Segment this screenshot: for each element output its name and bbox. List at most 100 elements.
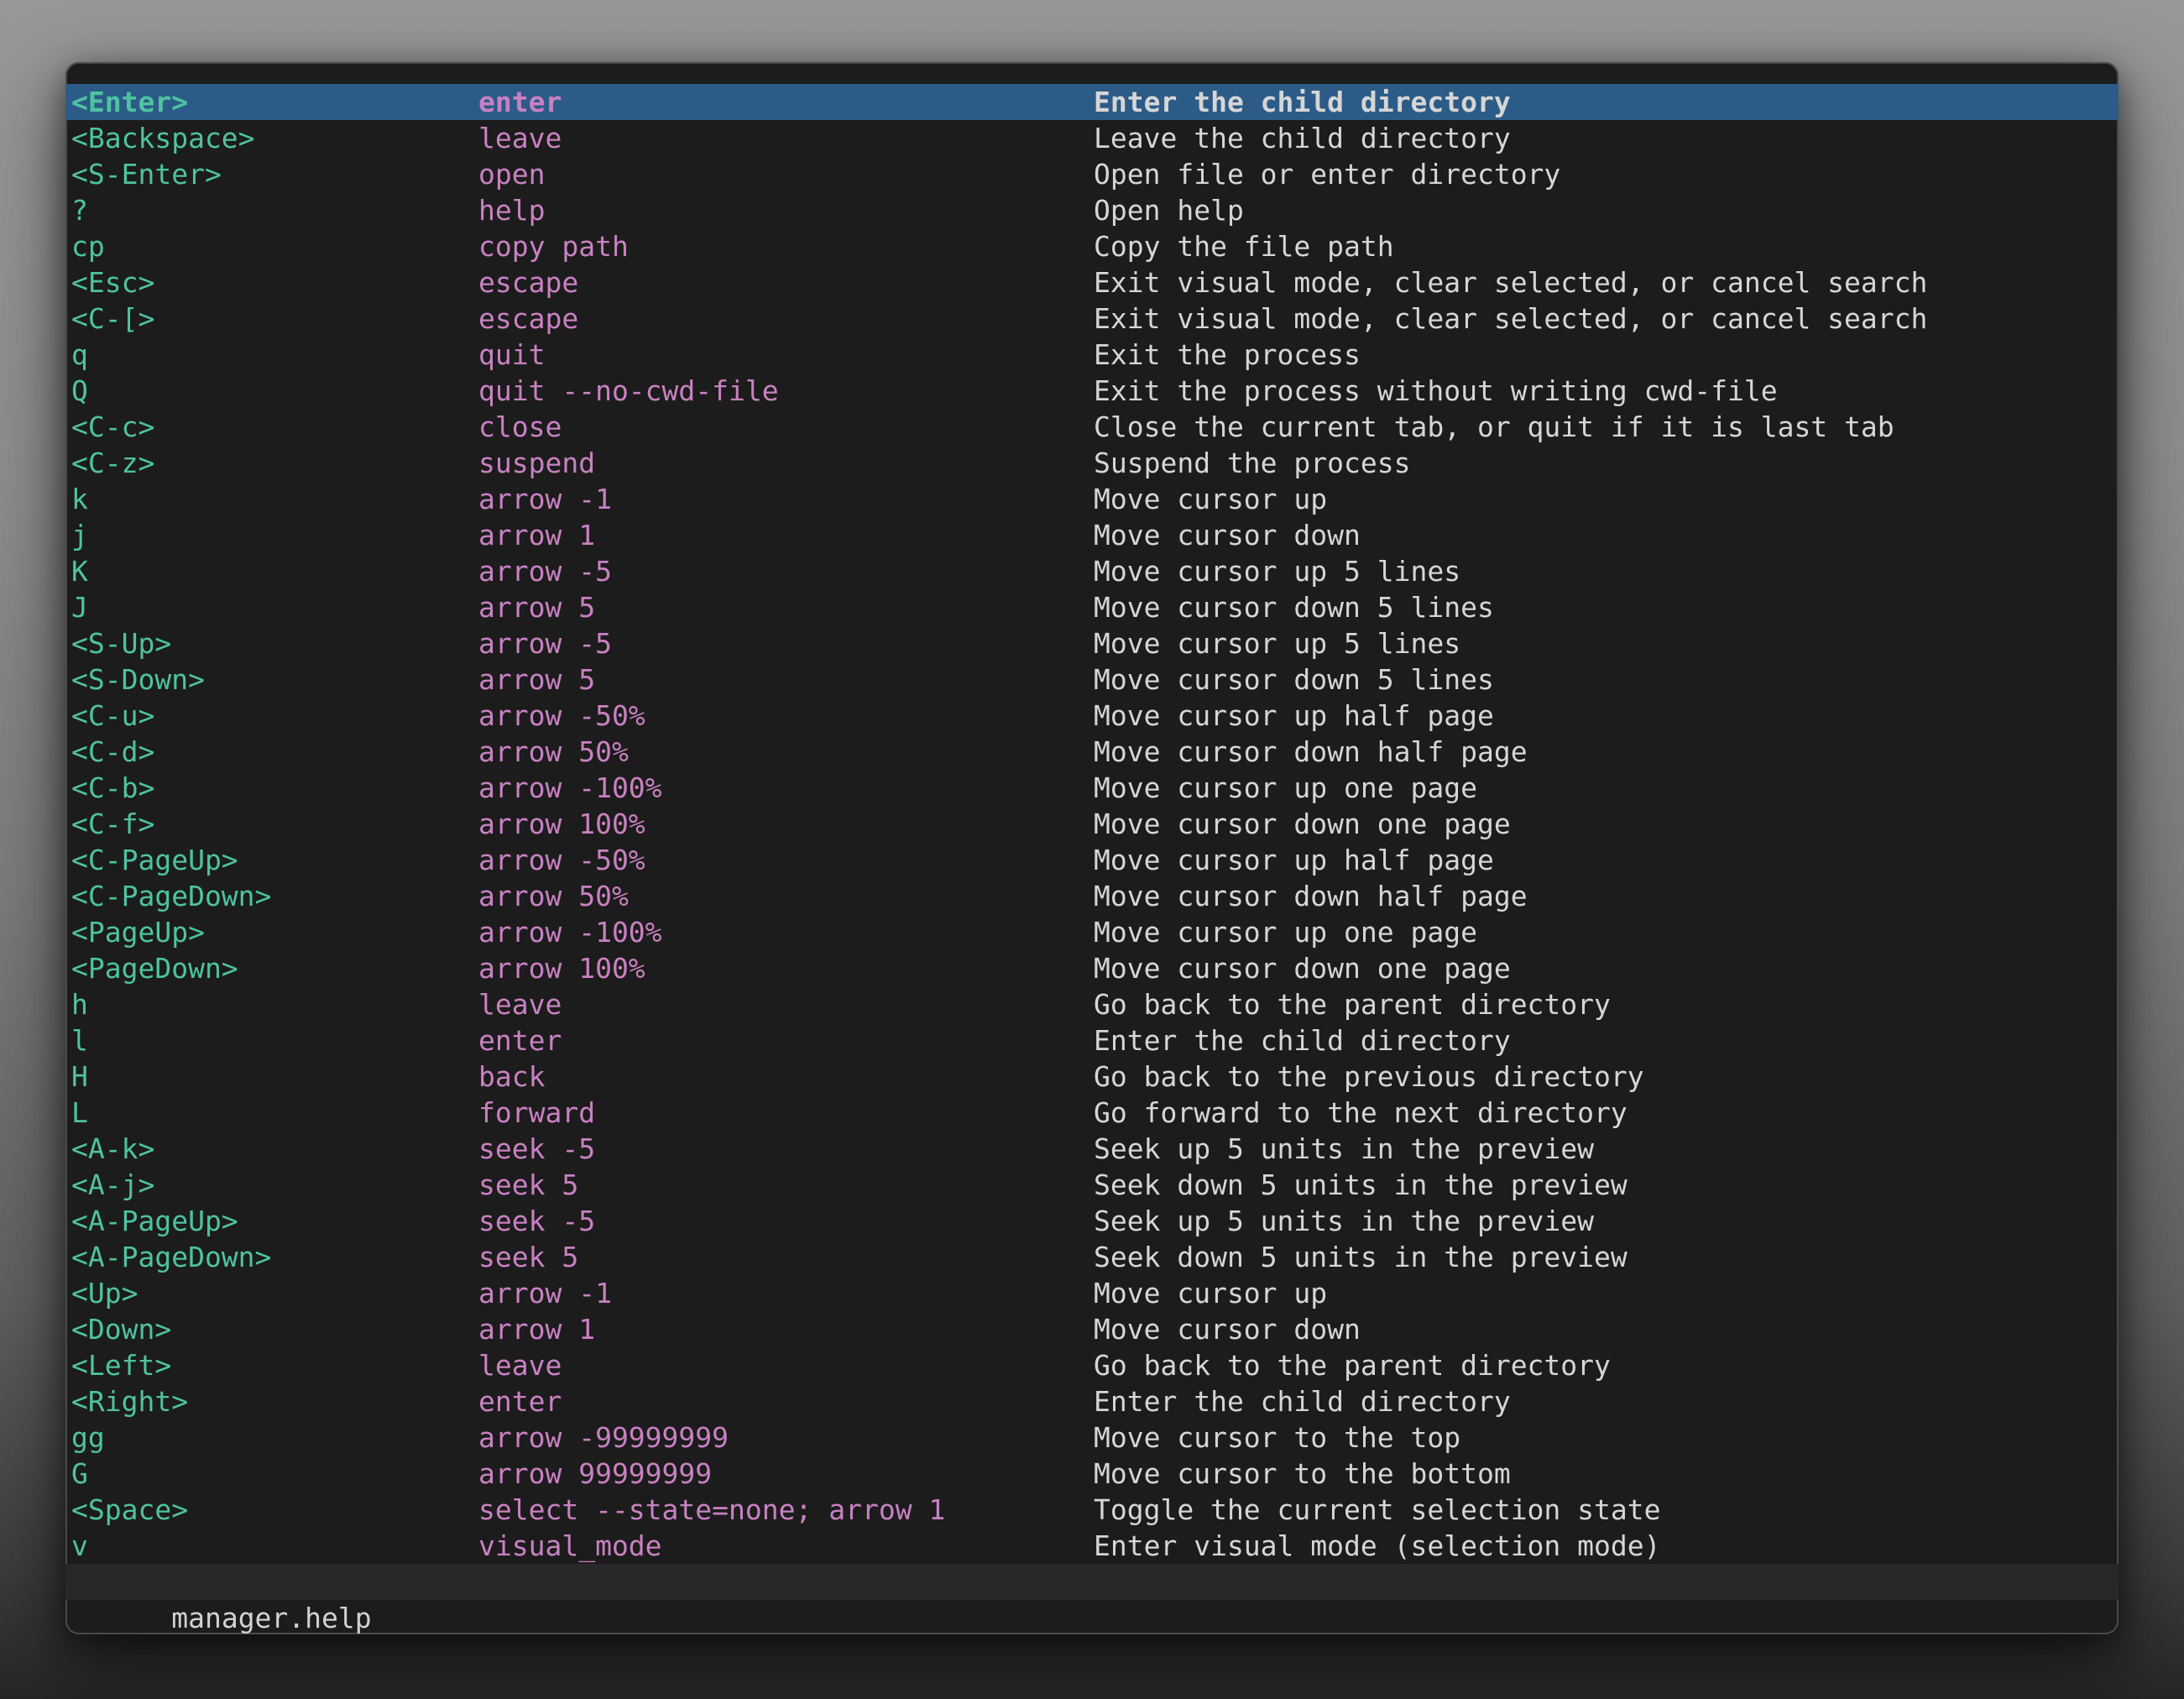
keybinding-row[interactable]: <A-k> seek -5 Seek up 5 units in the pre… [65, 1131, 2119, 1167]
keybinding-key: <Left> [71, 1347, 478, 1383]
keybinding-description: Open help [1094, 192, 2119, 228]
keybinding-row[interactable]: j arrow 1 Move cursor down [65, 517, 2119, 553]
keybinding-key: <Up> [71, 1275, 478, 1311]
keybinding-row[interactable]: <Right> enter Enter the child directory [65, 1383, 2119, 1419]
keybinding-command: arrow 50% [478, 878, 1094, 914]
keybinding-description: Exit visual mode, clear selected, or can… [1094, 264, 2119, 301]
keybinding-description: Copy the file path [1094, 228, 2119, 264]
keybinding-key: <A-j> [71, 1167, 478, 1203]
keybinding-key: <C-c> [71, 409, 478, 445]
terminal-window: <Enter> enter Enter the child directory … [65, 62, 2119, 1634]
keybinding-key: <Enter> [71, 84, 478, 120]
keybinding-description: Seek up 5 units in the preview [1094, 1203, 2119, 1239]
keybinding-row[interactable]: h leave Go back to the parent directory [65, 986, 2119, 1022]
keybinding-key: <Backspace> [71, 120, 478, 156]
keybinding-row[interactable]: G arrow 99999999 Move cursor to the bott… [65, 1456, 2119, 1492]
keybinding-row[interactable]: <S-Up> arrow -5 Move cursor up 5 lines [65, 625, 2119, 661]
keybinding-row[interactable]: <A-j> seek 5 Seek down 5 units in the pr… [65, 1167, 2119, 1203]
keybinding-row[interactable]: v visual_mode Enter visual mode (selecti… [65, 1528, 2119, 1564]
keybinding-key: h [71, 986, 478, 1022]
keybinding-command: arrow -50% [478, 698, 1094, 734]
keybinding-row[interactable]: <Backspace> leave Leave the child direct… [65, 120, 2119, 156]
keybinding-command: quit [478, 337, 1094, 373]
keybinding-command: help [478, 192, 1094, 228]
keybinding-row[interactable]: <C-b> arrow -100% Move cursor up one pag… [65, 770, 2119, 806]
keybinding-row[interactable]: Q quit --no-cwd-file Exit the process wi… [65, 373, 2119, 409]
keybinding-command: arrow -1 [478, 1275, 1094, 1311]
keybinding-row[interactable]: <S-Enter> open Open file or enter direct… [65, 156, 2119, 192]
keybinding-command: seek -5 [478, 1203, 1094, 1239]
keybinding-row[interactable]: <A-PageUp> seek -5 Seek up 5 units in th… [65, 1203, 2119, 1239]
keybinding-command: leave [478, 120, 1094, 156]
keybinding-row[interactable]: <S-Down> arrow 5 Move cursor down 5 line… [65, 661, 2119, 698]
keybinding-command: escape [478, 301, 1094, 337]
keybinding-row[interactable]: <C-u> arrow -50% Move cursor up half pag… [65, 698, 2119, 734]
keybinding-command: arrow 100% [478, 950, 1094, 986]
keybinding-row[interactable]: <C-[> escape Exit visual mode, clear sel… [65, 301, 2119, 337]
keybinding-row[interactable]: q quit Exit the process [65, 337, 2119, 373]
keybinding-command: arrow 5 [478, 661, 1094, 698]
keybinding-row[interactable]: <C-f> arrow 100% Move cursor down one pa… [65, 806, 2119, 842]
keybinding-key: <S-Enter> [71, 156, 478, 192]
keybinding-command: select --state=none; arrow 1 [478, 1492, 1094, 1528]
keybinding-command: escape [478, 264, 1094, 301]
keybinding-row[interactable]: <C-PageUp> arrow -50% Move cursor up hal… [65, 842, 2119, 878]
keybinding-key: l [71, 1022, 478, 1059]
keybinding-row[interactable]: k arrow -1 Move cursor up [65, 481, 2119, 517]
keybinding-description: Exit the process without writing cwd-fil… [1094, 373, 2119, 409]
keybinding-row[interactable]: <PageUp> arrow -100% Move cursor up one … [65, 914, 2119, 950]
keybinding-description: Move cursor down one page [1094, 806, 2119, 842]
keybinding-key: <S-Down> [71, 661, 478, 698]
keybinding-row[interactable]: K arrow -5 Move cursor up 5 lines [65, 553, 2119, 589]
keybinding-row[interactable]: cp copy path Copy the file path [65, 228, 2119, 264]
keybinding-command: arrow 100% [478, 806, 1094, 842]
keybinding-key: K [71, 553, 478, 589]
keybinding-description: Move cursor down [1094, 1311, 2119, 1347]
keybinding-key: gg [71, 1419, 478, 1456]
keybinding-row[interactable]: L forward Go forward to the next directo… [65, 1095, 2119, 1131]
keybinding-command: arrow 1 [478, 1311, 1094, 1347]
keybinding-command: quit --no-cwd-file [478, 373, 1094, 409]
keybinding-key: <C-z> [71, 445, 478, 481]
keybinding-row[interactable]: <Esc> escape Exit visual mode, clear sel… [65, 264, 2119, 301]
keybinding-key: <C-PageDown> [71, 878, 478, 914]
keybinding-command: suspend [478, 445, 1094, 481]
keybinding-row[interactable]: <Enter> enter Enter the child directory [65, 84, 2119, 120]
keybinding-description: Move cursor down 5 lines [1094, 589, 2119, 625]
keybinding-description: Leave the child directory [1094, 120, 2119, 156]
keybinding-row[interactable]: <Up> arrow -1 Move cursor up [65, 1275, 2119, 1311]
keybinding-row[interactable]: <C-c> close Close the current tab, or qu… [65, 409, 2119, 445]
keybinding-row[interactable]: <C-PageDown> arrow 50% Move cursor down … [65, 878, 2119, 914]
keybinding-row[interactable]: <PageDown> arrow 100% Move cursor down o… [65, 950, 2119, 986]
keybinding-row[interactable]: <Down> arrow 1 Move cursor down [65, 1311, 2119, 1347]
keybinding-row[interactable]: <C-z> suspend Suspend the process [65, 445, 2119, 481]
keybinding-key: <PageDown> [71, 950, 478, 986]
keybinding-row[interactable]: H back Go back to the previous directory [65, 1059, 2119, 1095]
status-bar: manager.help [65, 1564, 2119, 1600]
keybinding-description: Enter the child directory [1094, 84, 2119, 120]
keybinding-description: Toggle the current selection state [1094, 1492, 2119, 1528]
keybinding-command: forward [478, 1095, 1094, 1131]
keybinding-description: Move cursor down [1094, 517, 2119, 553]
keybinding-description: Move cursor down half page [1094, 734, 2119, 770]
keybinding-description: Move cursor up one page [1094, 914, 2119, 950]
keybinding-row[interactable]: <Left> leave Go back to the parent direc… [65, 1347, 2119, 1383]
keybinding-key: Q [71, 373, 478, 409]
keybinding-command: arrow -5 [478, 625, 1094, 661]
keybinding-command: visual_mode [478, 1528, 1094, 1564]
keybinding-description: Enter the child directory [1094, 1022, 2119, 1059]
keybinding-description: Go back to the previous directory [1094, 1059, 2119, 1095]
keybinding-row[interactable]: <Space> select --state=none; arrow 1 Tog… [65, 1492, 2119, 1528]
keybinding-row[interactable]: <C-d> arrow 50% Move cursor down half pa… [65, 734, 2119, 770]
keybinding-key: L [71, 1095, 478, 1131]
keybinding-key: <S-Up> [71, 625, 478, 661]
keybinding-row[interactable]: <A-PageDown> seek 5 Seek down 5 units in… [65, 1239, 2119, 1275]
keybinding-description: Move cursor up one page [1094, 770, 2119, 806]
keybinding-row[interactable]: ? help Open help [65, 192, 2119, 228]
keybinding-description: Move cursor up [1094, 1275, 2119, 1311]
keybinding-description: Close the current tab, or quit if it is … [1094, 409, 2119, 445]
keybinding-row[interactable]: l enter Enter the child directory [65, 1022, 2119, 1059]
keybinding-description: Move cursor up half page [1094, 698, 2119, 734]
keybinding-row[interactable]: J arrow 5 Move cursor down 5 lines [65, 589, 2119, 625]
keybinding-row[interactable]: gg arrow -99999999 Move cursor to the to… [65, 1419, 2119, 1456]
